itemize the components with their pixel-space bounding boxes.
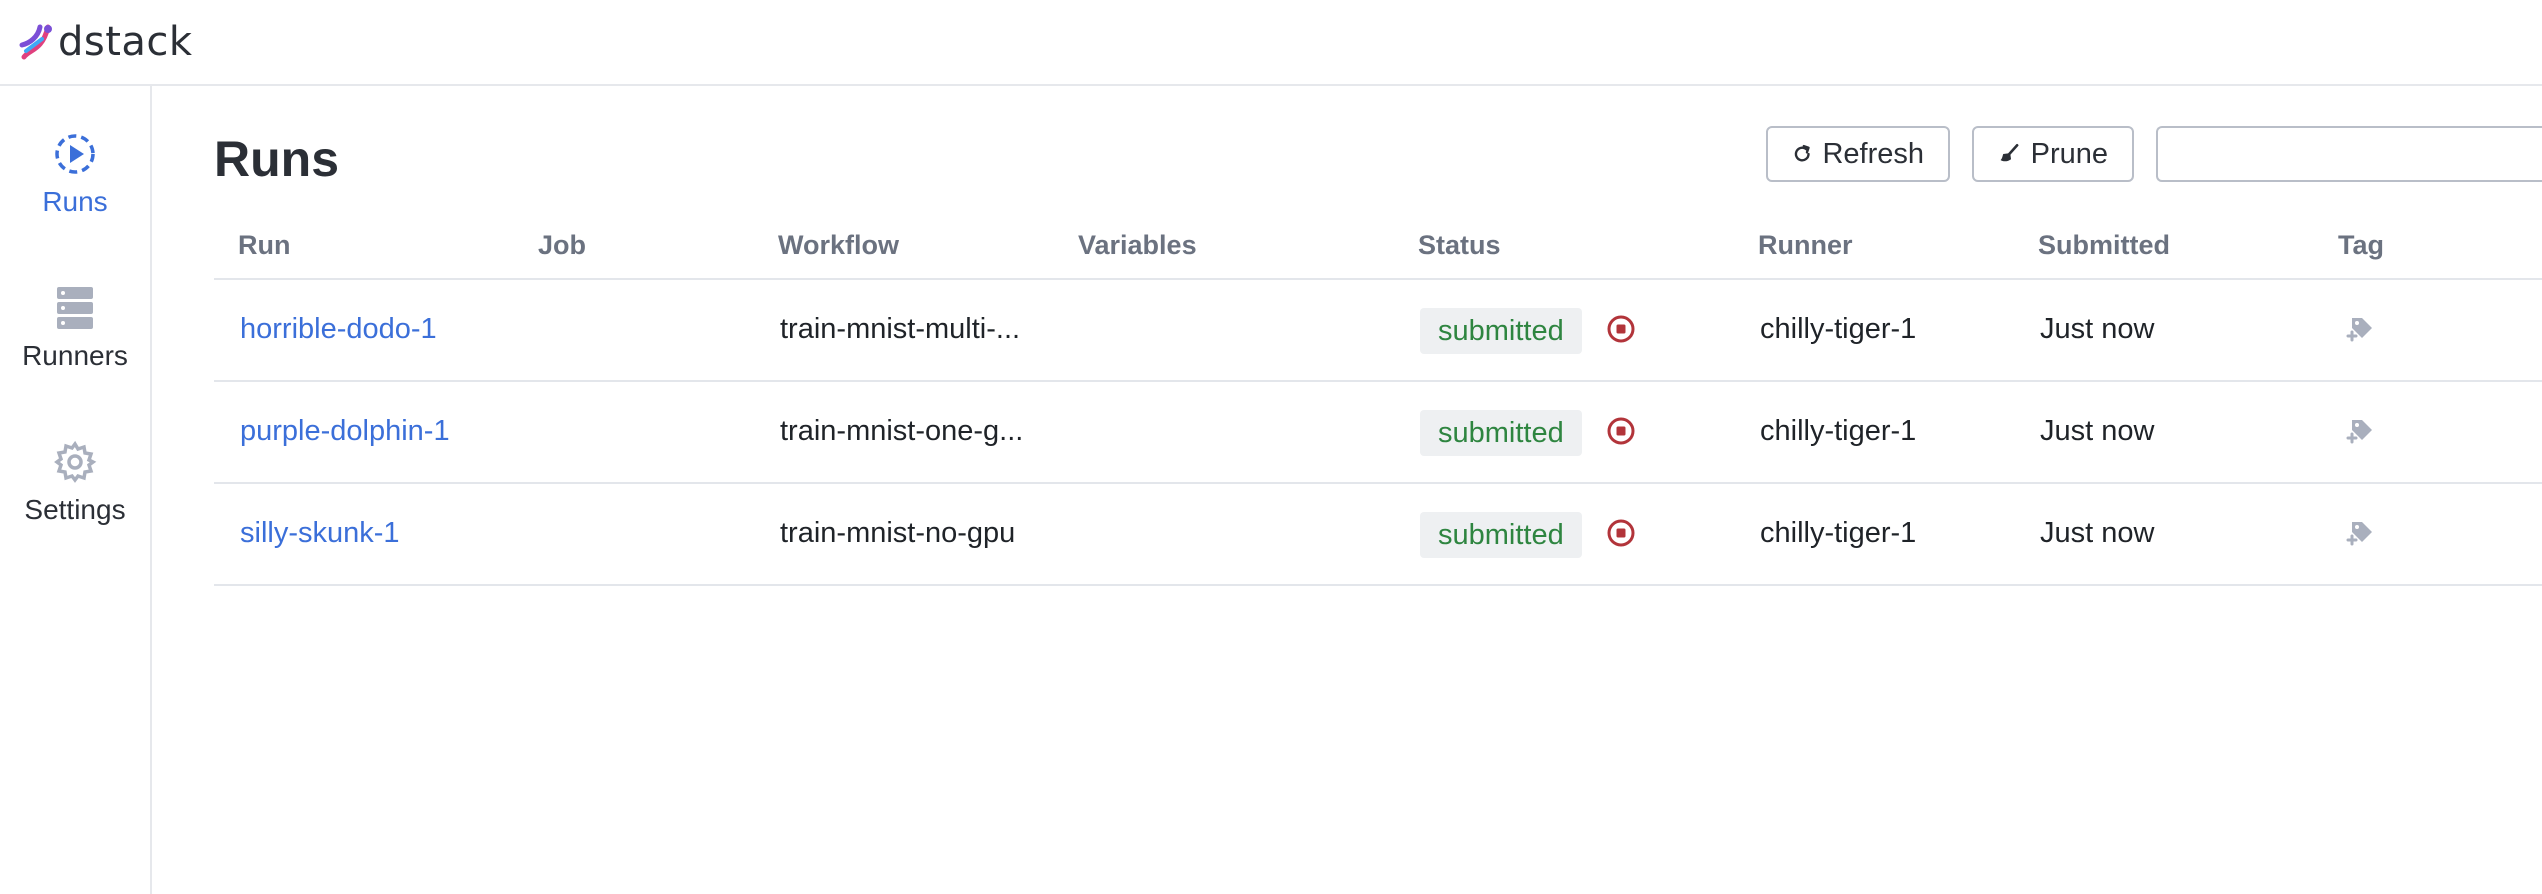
stop-icon[interactable] bbox=[1606, 518, 1636, 548]
table-header: Run Job Workflow Variables Status Runner… bbox=[214, 216, 2542, 280]
sidebar-item-label: Runners bbox=[22, 340, 128, 371]
sidebar-item-label: Runs bbox=[42, 186, 108, 217]
submitted-cell: Just now bbox=[2040, 415, 2155, 447]
refresh-icon bbox=[1794, 144, 1810, 162]
runner-cell: chilly-tiger-1 bbox=[1760, 313, 1917, 345]
run-name-link[interactable]: horrible-dodo-1 bbox=[240, 313, 437, 346]
column-header-job[interactable]: Job bbox=[538, 230, 586, 261]
column-header-tag[interactable]: Tag bbox=[2338, 230, 2384, 261]
stop-icon[interactable] bbox=[1606, 314, 1636, 344]
sidebar: Runs Runners Settings bbox=[0, 86, 152, 894]
sidebar-item-settings[interactable]: Settings bbox=[0, 440, 150, 526]
workflow-cell: train-mnist-one-g... bbox=[780, 415, 1024, 447]
dstack-logo-icon bbox=[19, 24, 52, 60]
main-content: Runs Refresh Prune Run Job Workflow Vari… bbox=[214, 86, 2542, 894]
play-circle-icon bbox=[53, 132, 97, 176]
table-row[interactable]: purple-dolphin-1 train-mnist-one-g... su… bbox=[214, 382, 2542, 484]
sidebar-item-label: Settings bbox=[24, 494, 126, 525]
add-tag-icon[interactable] bbox=[2344, 314, 2376, 346]
column-header-variables[interactable]: Variables bbox=[1078, 230, 1197, 261]
prune-label: Prune bbox=[2030, 137, 2108, 170]
runner-cell: chilly-tiger-1 bbox=[1760, 517, 1917, 549]
page-title: Runs bbox=[214, 131, 339, 187]
runner-cell: chilly-tiger-1 bbox=[1760, 415, 1917, 447]
prune-button[interactable]: Prune bbox=[1972, 126, 2134, 182]
workflow-cell: train-mnist-no-gpu bbox=[780, 517, 1016, 549]
add-tag-icon[interactable] bbox=[2344, 416, 2376, 448]
status-badge: submitted bbox=[1420, 308, 1582, 354]
run-name-link[interactable]: purple-dolphin-1 bbox=[240, 415, 450, 448]
server-icon bbox=[53, 286, 97, 330]
column-header-run[interactable]: Run bbox=[238, 230, 290, 261]
broom-icon bbox=[2000, 143, 2019, 162]
search-input[interactable] bbox=[2156, 126, 2542, 182]
table-row[interactable]: silly-skunk-1 train-mnist-no-gpu submitt… bbox=[214, 484, 2542, 586]
column-header-submitted[interactable]: Submitted bbox=[2038, 230, 2170, 261]
logo[interactable]: dstack bbox=[16, 19, 193, 65]
stop-icon[interactable] bbox=[1606, 416, 1636, 446]
submitted-cell: Just now bbox=[2040, 517, 2155, 549]
column-header-workflow[interactable]: Workflow bbox=[778, 230, 899, 261]
status-badge: submitted bbox=[1420, 410, 1582, 456]
add-tag-icon[interactable] bbox=[2344, 518, 2376, 550]
sidebar-item-runs[interactable]: Runs bbox=[0, 132, 150, 218]
brand-name: dstack bbox=[58, 19, 193, 65]
workflow-cell: train-mnist-multi-... bbox=[780, 313, 1021, 345]
sidebar-item-runners[interactable]: Runners bbox=[0, 286, 150, 372]
refresh-button[interactable]: Refresh bbox=[1766, 126, 1950, 182]
table-row[interactable]: horrible-dodo-1 train-mnist-multi-... su… bbox=[214, 280, 2542, 382]
column-header-status[interactable]: Status bbox=[1418, 230, 1501, 261]
column-header-runner[interactable]: Runner bbox=[1758, 230, 1853, 261]
runs-table: Run Job Workflow Variables Status Runner… bbox=[214, 216, 2542, 586]
run-name-link[interactable]: silly-skunk-1 bbox=[240, 517, 400, 550]
top-bar: dstack bbox=[0, 0, 2542, 86]
refresh-label: Refresh bbox=[1822, 137, 1924, 170]
status-badge: submitted bbox=[1420, 512, 1582, 558]
gear-icon bbox=[53, 440, 97, 484]
submitted-cell: Just now bbox=[2040, 313, 2155, 345]
